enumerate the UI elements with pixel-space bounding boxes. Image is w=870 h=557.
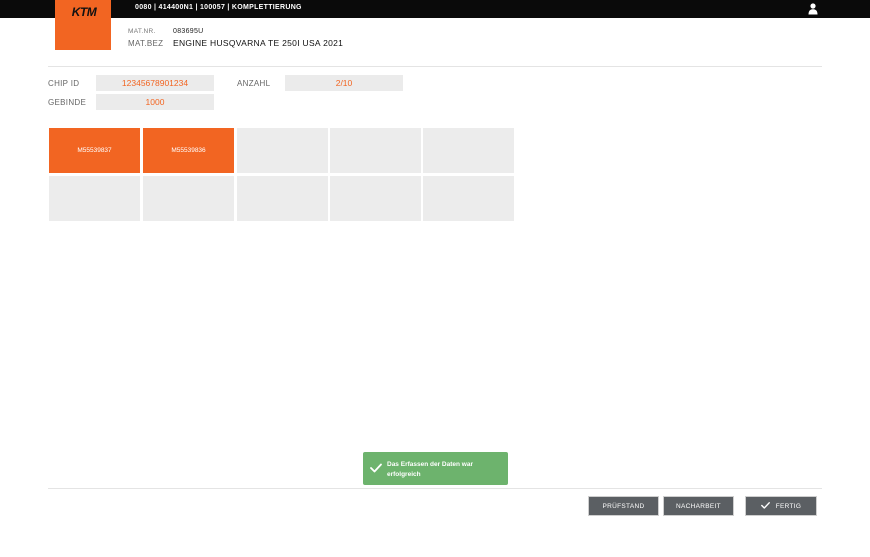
toast-message: Das Erfassen der Daten war erfolgreich	[387, 461, 473, 478]
mat-bez-value: ENGINE HUSQVARNA TE 250I USA 2021	[173, 38, 344, 48]
logo-text: KTM	[71, 5, 97, 19]
user-icon[interactable]	[808, 3, 818, 15]
tile-empty	[330, 128, 421, 173]
mat-nr-value: 083695U	[173, 28, 204, 35]
mat-nr-label: MAT.NR.	[128, 28, 156, 35]
pruefstand-button[interactable]: PRÜFSTAND	[588, 496, 659, 516]
tile-empty	[49, 176, 140, 221]
tile-empty	[143, 176, 234, 221]
fertig-button[interactable]: FERTIG	[745, 496, 817, 516]
fertig-label: FERTIG	[775, 503, 802, 510]
tile-item[interactable]: M55539836	[143, 128, 234, 173]
tile-empty	[330, 176, 421, 221]
check-icon	[760, 502, 770, 509]
tile-item[interactable]: M55539837	[49, 128, 140, 173]
anzahl-label: ANZAHL	[237, 79, 271, 88]
tile-empty	[423, 176, 514, 221]
ktm-logo: KTM	[55, 0, 111, 50]
breadcrumb: 0080 | 414400N1 | 100057 | KOMPLETTIERUN…	[135, 4, 302, 11]
gebinde-label: GEBINDE	[48, 98, 87, 107]
gebinde-field: 1000	[96, 94, 214, 110]
footer-divider	[48, 488, 822, 489]
chip-id-label: CHIP ID	[48, 79, 80, 88]
tile-empty	[423, 128, 514, 173]
anzahl-field: 2/10	[285, 75, 403, 91]
tile-empty	[237, 176, 328, 221]
chip-id-field: 12345678901234	[96, 75, 214, 91]
tile-empty	[237, 128, 328, 173]
top-bar: 0080 | 414400N1 | 100057 | KOMPLETTIERUN…	[0, 0, 870, 18]
nacharbeit-button[interactable]: NACHARBEIT	[663, 496, 734, 516]
success-toast: Das Erfassen der Daten war erfolgreich	[363, 452, 508, 485]
check-icon	[370, 463, 382, 473]
mat-bez-label: MAT.BEZ	[128, 39, 164, 48]
header-divider	[48, 66, 822, 67]
